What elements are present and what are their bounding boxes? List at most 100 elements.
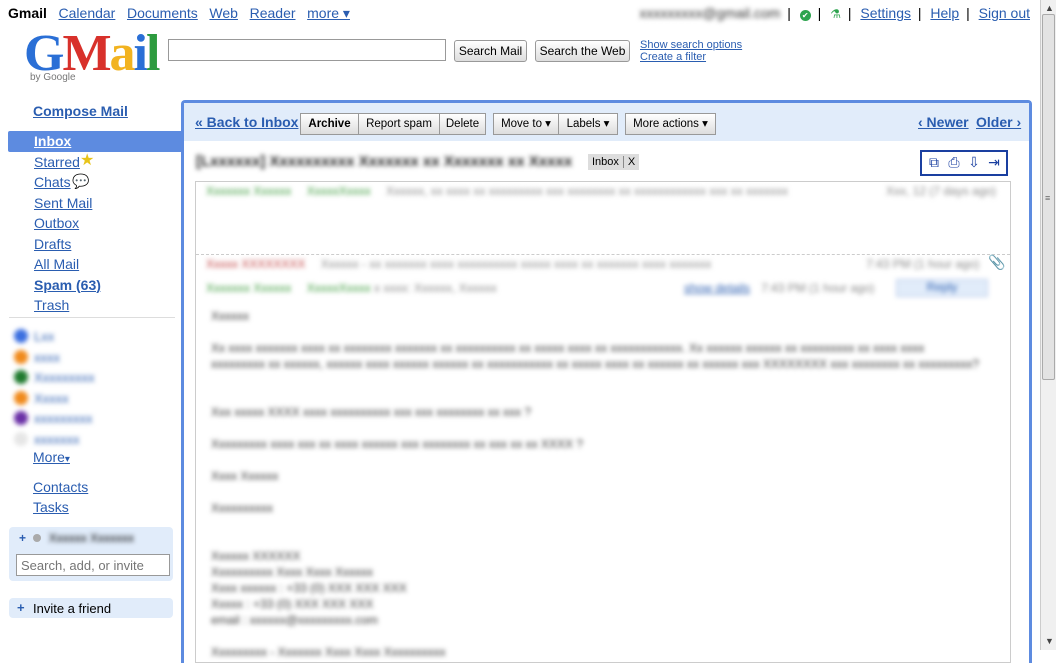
sidebar-item-label: Drafts <box>34 235 72 252</box>
calendar-link[interactable]: Calendar <box>59 5 116 21</box>
inbox-label-tag: Inbox X <box>588 154 640 170</box>
chat-status-dot-icon[interactable] <box>33 534 42 542</box>
label-name: Xxxxxxxxx <box>34 370 95 385</box>
attachment-paperclip-icon: 📎 <box>988 254 1006 270</box>
message-snippet: Xxxxxx - xx xxxxxxx xxxx xxxxxxxxxx xxxx… <box>320 257 712 271</box>
sidebar-item-label: Outbox <box>34 215 80 231</box>
message-time: Xxx, 12 (7 days ago) <box>886 184 997 198</box>
search-mail-button[interactable]: Search Mail <box>454 40 527 62</box>
sidebar-item-label: Chats <box>34 174 71 190</box>
show-details-link[interactable]: show details <box>684 281 750 295</box>
older-link[interactable]: Older › <box>976 114 1021 130</box>
account-email: xxxxxxxxx@gmail.com <box>639 5 781 21</box>
documents-link[interactable]: Documents <box>127 5 198 21</box>
sidebar-item-sent[interactable]: Sent Mail <box>8 193 182 214</box>
message-divider <box>196 254 1010 255</box>
label-color-dot <box>14 390 28 405</box>
more-labels-link[interactable]: More▾ <box>33 449 70 465</box>
message-snippet: Xxxxxx, xx xxxx xx xxxxxxxxx xxx xxxxxxx… <box>386 184 789 198</box>
more-labels-label: More <box>33 449 65 465</box>
sidebar-item-label: Spam (63) <box>34 276 101 293</box>
forward-all-icon[interactable]: ⇥ <box>986 154 1002 170</box>
show-search-options-link[interactable]: Show search options <box>640 39 742 51</box>
contacts-link[interactable]: Contacts <box>33 479 88 495</box>
expand-plus-icon[interactable]: + <box>17 600 25 615</box>
more-actions-dropdown[interactable]: More actions ▾ <box>625 113 716 135</box>
chevron-down-icon: ▾ <box>64 454 70 465</box>
delete-button[interactable]: Delete <box>439 113 486 135</box>
labels-dropdown[interactable]: Labels ▾ <box>558 113 618 135</box>
label-color-dot <box>14 349 28 364</box>
label-name: xxxxxxxxx <box>34 411 93 426</box>
settings-link[interactable]: Settings <box>860 5 911 21</box>
chat-user-name: Xxxxxx Xxxxxxx <box>48 531 135 545</box>
gmail-brand-link[interactable]: Gmail <box>8 5 47 21</box>
sidebar-item-label: Starred <box>34 153 80 170</box>
message-sender: Xxxxx XXXXXXXX <box>206 257 306 271</box>
sidebar-item-drafts[interactable]: Drafts <box>8 234 182 255</box>
help-link[interactable]: Help <box>930 5 959 21</box>
sidebar-item-spam[interactable]: Spam (63) <box>8 275 182 296</box>
message-time: 7:43 PM (1 hour ago) <box>761 281 875 295</box>
invite-friend-panel[interactable]: + Invite a friend <box>9 598 173 618</box>
search-web-button[interactable]: Search the Web <box>535 40 630 62</box>
signature-email: email : xxxxxx@xxxxxxxxx.com <box>211 613 378 627</box>
gmail-logo[interactable]: GMail by Google <box>24 28 161 88</box>
message-signature: Xxxxxxxxxx <box>211 501 274 515</box>
label-color-dot <box>14 329 28 343</box>
conversation-toolbar: « Back to Inbox Archive Report spam Dele… <box>184 103 1029 141</box>
scroll-up-arrow-icon[interactable]: ▲ <box>1045 3 1054 13</box>
reply-button[interactable]: Reply <box>896 279 988 297</box>
label-name: Xxxxx <box>34 390 69 406</box>
online-status-icon[interactable]: ✔ <box>799 10 811 21</box>
move-to-dropdown[interactable]: Move to ▾ <box>493 113 559 135</box>
sidebar-item-trash[interactable]: Trash <box>8 295 182 316</box>
sidebar-divider <box>9 317 175 318</box>
sidebar-item-chats[interactable]: Chats 💬 <box>8 172 182 193</box>
compose-mail-link[interactable]: Compose Mail <box>33 103 128 119</box>
separator: | <box>787 5 791 21</box>
back-to-inbox-link[interactable]: « Back to Inbox <box>195 114 298 130</box>
star-icon: ★ <box>80 151 95 169</box>
labs-flask-icon[interactable]: ⚗ <box>830 7 841 21</box>
collapsed-message[interactable]: Xxxxx XXXXXXXX Xxxxxx - xx xxxxxxx xxxx … <box>206 257 1006 271</box>
reader-link[interactable]: Reader <box>250 5 296 21</box>
collapsed-message[interactable]: Xxxxxxx Xxxxxx XxxxxXxxxx Xxxxxx, xx xxx… <box>206 184 1006 198</box>
report-spam-button[interactable]: Report spam <box>358 113 440 135</box>
separator: | <box>917 5 922 21</box>
newer-link[interactable]: ‹ Newer <box>918 114 969 130</box>
expanded-message-header[interactable]: Xxxxxxx Xxxxxx XxxxxXxxxx x xxxx: Xxxxxx… <box>206 279 1006 297</box>
conversation-subject: [Lxxxxxx] Xxxxxxxxxx Xxxxxxx xx Xxxxxxx … <box>196 153 573 170</box>
sign-out-link[interactable]: Sign out <box>979 5 1030 21</box>
signature-name: Xxxxxx XXXXXX <box>211 549 301 563</box>
message-paragraph: Xxxxxxxxx xxxx xxx xx xxxx xxxxxx xxx xx… <box>211 437 584 451</box>
expand-all-icon[interactable]: ⇩ <box>966 154 982 170</box>
web-link[interactable]: Web <box>209 5 238 21</box>
top-links: Gmail Calendar Documents Web Reader more… <box>8 5 358 22</box>
expand-plus-icon[interactable]: + <box>19 531 26 545</box>
sidebar-item-label: Inbox <box>34 133 72 149</box>
sidebar-item-starred[interactable]: Starred ★ <box>8 152 182 173</box>
tasks-link[interactable]: Tasks <box>33 499 69 515</box>
signature-phone: Xxxx xxxxxx : +33 (0) XXX XXX XXX <box>211 581 407 595</box>
new-window-icon[interactable]: ⧉ <box>926 154 942 170</box>
print-icon[interactable]: ⎙ <box>946 154 962 170</box>
archive-button[interactable]: Archive <box>300 113 359 135</box>
create-filter-link[interactable]: Create a filter <box>640 51 742 63</box>
sidebar-nav: Inbox Starred ★ Chats 💬 Sent Mail Outbox D… <box>8 131 182 316</box>
thread-action-icons: ⧉ ⎙ ⇩ ⇥ <box>920 150 1008 176</box>
message-paragraph: Xxx xxxxx XXXX xxxx xxxxxxxxxx xxx xxx x… <box>211 405 532 419</box>
sidebar-item-label: All Mail <box>34 256 80 272</box>
more-apps-link[interactable]: more ▾ <box>307 5 350 21</box>
signature-title: Xxxxxxxxxx Xxxx Xxxx Xxxxxx <box>211 565 374 579</box>
sidebar-item-outbox[interactable]: Outbox <box>8 213 182 234</box>
label-color-dot <box>14 370 28 384</box>
label-color-dot <box>14 411 28 425</box>
search-input[interactable] <box>168 39 446 61</box>
sidebar-item-inbox[interactable]: Inbox <box>8 131 182 152</box>
chat-search-input[interactable] <box>16 554 170 576</box>
remove-label-button[interactable]: X <box>622 156 636 168</box>
page-scrollbar[interactable]: ▲ ≡ ▼ <box>1040 0 1056 650</box>
sidebar-item-all-mail[interactable]: All Mail <box>8 254 182 275</box>
scroll-down-arrow-icon[interactable]: ▼ <box>1045 636 1054 646</box>
